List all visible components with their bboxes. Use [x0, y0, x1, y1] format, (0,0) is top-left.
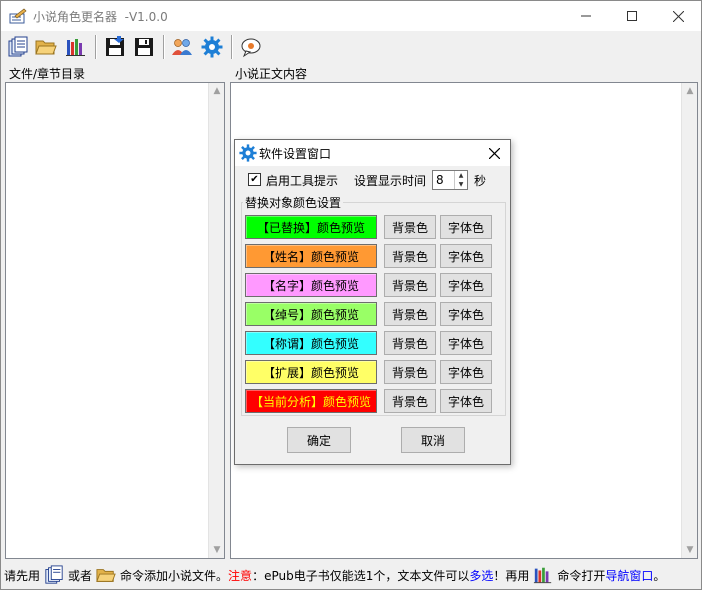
status-note-label: 注意: [228, 568, 253, 583]
settings-button[interactable]: [199, 34, 225, 60]
title-bar: 小说角色更名器 -V1.0.0: [1, 1, 701, 31]
background-color-button[interactable]: 背景色: [384, 389, 436, 413]
floppy-disk-icon: [135, 38, 153, 56]
floppy-disk-arrow-icon: [106, 36, 124, 56]
spinner-down-icon[interactable]: ▼: [455, 180, 467, 189]
color-settings-group-label: 替换对象颜色设置: [243, 194, 344, 211]
people-icon: [172, 39, 192, 55]
ok-button[interactable]: 确定: [287, 427, 351, 453]
status-highlight: 多选: [469, 568, 494, 583]
spinner-up-icon[interactable]: ▲: [455, 171, 467, 180]
status-bar: 请先用 或者 命令添加小说文件。 注意 ：ePub电子书仅能选1个，文本文件可以…: [1, 561, 701, 589]
font-color-button[interactable]: 字体色: [440, 360, 492, 384]
right-pane-label: 小说正文内容: [233, 65, 310, 82]
tooltip-checkbox[interactable]: ✔: [248, 173, 261, 186]
window-title: 小说角色更名器 -V1.0.0: [33, 10, 168, 24]
status-text: 命令添加小说文件。: [120, 568, 229, 583]
color-preview: 【已替换】颜色预览: [245, 215, 377, 239]
background-color-button[interactable]: 背景色: [384, 244, 436, 268]
font-color-button[interactable]: 字体色: [440, 244, 492, 268]
document-stack-icon: [42, 564, 66, 586]
gear-icon: [201, 36, 223, 58]
scroll-up-icon[interactable]: ▲: [209, 83, 225, 99]
background-color-button[interactable]: 背景色: [384, 273, 436, 297]
left-pane-label: 文件/章节目录: [7, 65, 88, 82]
color-preview: 【名字】颜色预览: [245, 273, 377, 297]
color-preview: 【称谓】颜色预览: [245, 331, 377, 355]
font-color-button[interactable]: 字体色: [440, 331, 492, 355]
right-scrollbar[interactable]: ▲ ▼: [681, 83, 697, 558]
status-text: 请先用: [4, 568, 41, 583]
settings-dialog: 软件设置窗口 ✔ 启用工具提示 设置显示时间 8 ▲ ▼ 秒 替换对象颜色设置 …: [234, 139, 511, 465]
toolbar-separator: [163, 35, 165, 59]
app-window: 小说角色更名器 -V1.0.0 文件/章节目录 ▲ ▼ 小说正文内容 ▲ ▼ 请…: [0, 0, 702, 590]
close-icon: [672, 10, 684, 22]
status-text: 或者: [68, 568, 93, 583]
seconds-label: 秒: [474, 174, 487, 188]
minimize-icon: [581, 15, 591, 17]
spinner-buttons[interactable]: ▲ ▼: [454, 171, 467, 189]
background-color-button[interactable]: 背景色: [384, 331, 436, 355]
books-icon: [531, 564, 555, 586]
color-preview: 【当前分析】颜色预览: [245, 389, 377, 413]
speech-bubble-icon: [241, 38, 261, 58]
background-color-button[interactable]: 背景色: [384, 302, 436, 326]
document-stack-icon: [8, 36, 28, 57]
display-time-label: 设置显示时间: [354, 174, 427, 188]
maximize-button[interactable]: [609, 1, 655, 31]
dialog-title: 软件设置窗口: [259, 147, 332, 161]
save-button[interactable]: [131, 34, 157, 60]
save-as-button[interactable]: [102, 34, 128, 60]
minimize-button[interactable]: [563, 1, 609, 31]
background-color-button[interactable]: 背景色: [384, 360, 436, 384]
toolbar-separator: [95, 35, 97, 59]
about-button[interactable]: [238, 34, 264, 60]
open-folder-button[interactable]: [33, 34, 59, 60]
font-color-button[interactable]: 字体色: [440, 389, 492, 413]
color-preview: 【扩展】颜色预览: [245, 360, 377, 384]
characters-button[interactable]: [169, 34, 195, 60]
tooltip-checkbox-label[interactable]: 启用工具提示: [266, 172, 338, 189]
close-icon: [488, 147, 500, 159]
gear-icon: [239, 144, 257, 162]
scroll-down-icon[interactable]: ▼: [209, 542, 225, 558]
font-color-button[interactable]: 字体色: [440, 273, 492, 297]
font-color-button[interactable]: 字体色: [440, 302, 492, 326]
cancel-button[interactable]: 取消: [401, 427, 465, 453]
folder-open-icon: [94, 564, 118, 586]
status-text: ！再用: [493, 568, 530, 583]
font-color-button[interactable]: 字体色: [440, 215, 492, 239]
close-button[interactable]: [655, 1, 701, 31]
color-preview: 【姓名】颜色预览: [245, 244, 377, 268]
left-scrollbar[interactable]: ▲ ▼: [208, 83, 224, 558]
status-text: 命令打开: [557, 568, 606, 583]
display-time-spinner[interactable]: 8 ▲ ▼: [432, 170, 468, 190]
scroll-down-icon[interactable]: ▼: [682, 542, 698, 558]
background-color-button[interactable]: 背景色: [384, 215, 436, 239]
status-highlight: 导航窗口: [605, 568, 654, 583]
chapter-tree[interactable]: ▲ ▼: [5, 82, 225, 559]
folder-open-icon: [35, 40, 57, 55]
status-text: 。: [653, 568, 666, 583]
checkmark-icon: ✔: [250, 173, 259, 185]
status-text: ：ePub电子书仅能选1个，文本文件可以: [252, 568, 470, 583]
navigation-button[interactable]: [63, 34, 89, 60]
maximize-icon: [627, 11, 637, 21]
books-icon: [66, 39, 85, 56]
toolbar-separator: [231, 35, 233, 59]
toolbar: [1, 31, 701, 63]
app-logo-icon: [9, 8, 27, 24]
color-preview: 【绰号】颜色预览: [245, 302, 377, 326]
open-files-button[interactable]: [5, 34, 31, 60]
scroll-up-icon[interactable]: ▲: [682, 83, 698, 99]
dialog-title-bar: 软件设置窗口: [235, 140, 510, 166]
display-time-value[interactable]: 8: [436, 173, 444, 187]
dialog-close-button[interactable]: [484, 143, 504, 163]
